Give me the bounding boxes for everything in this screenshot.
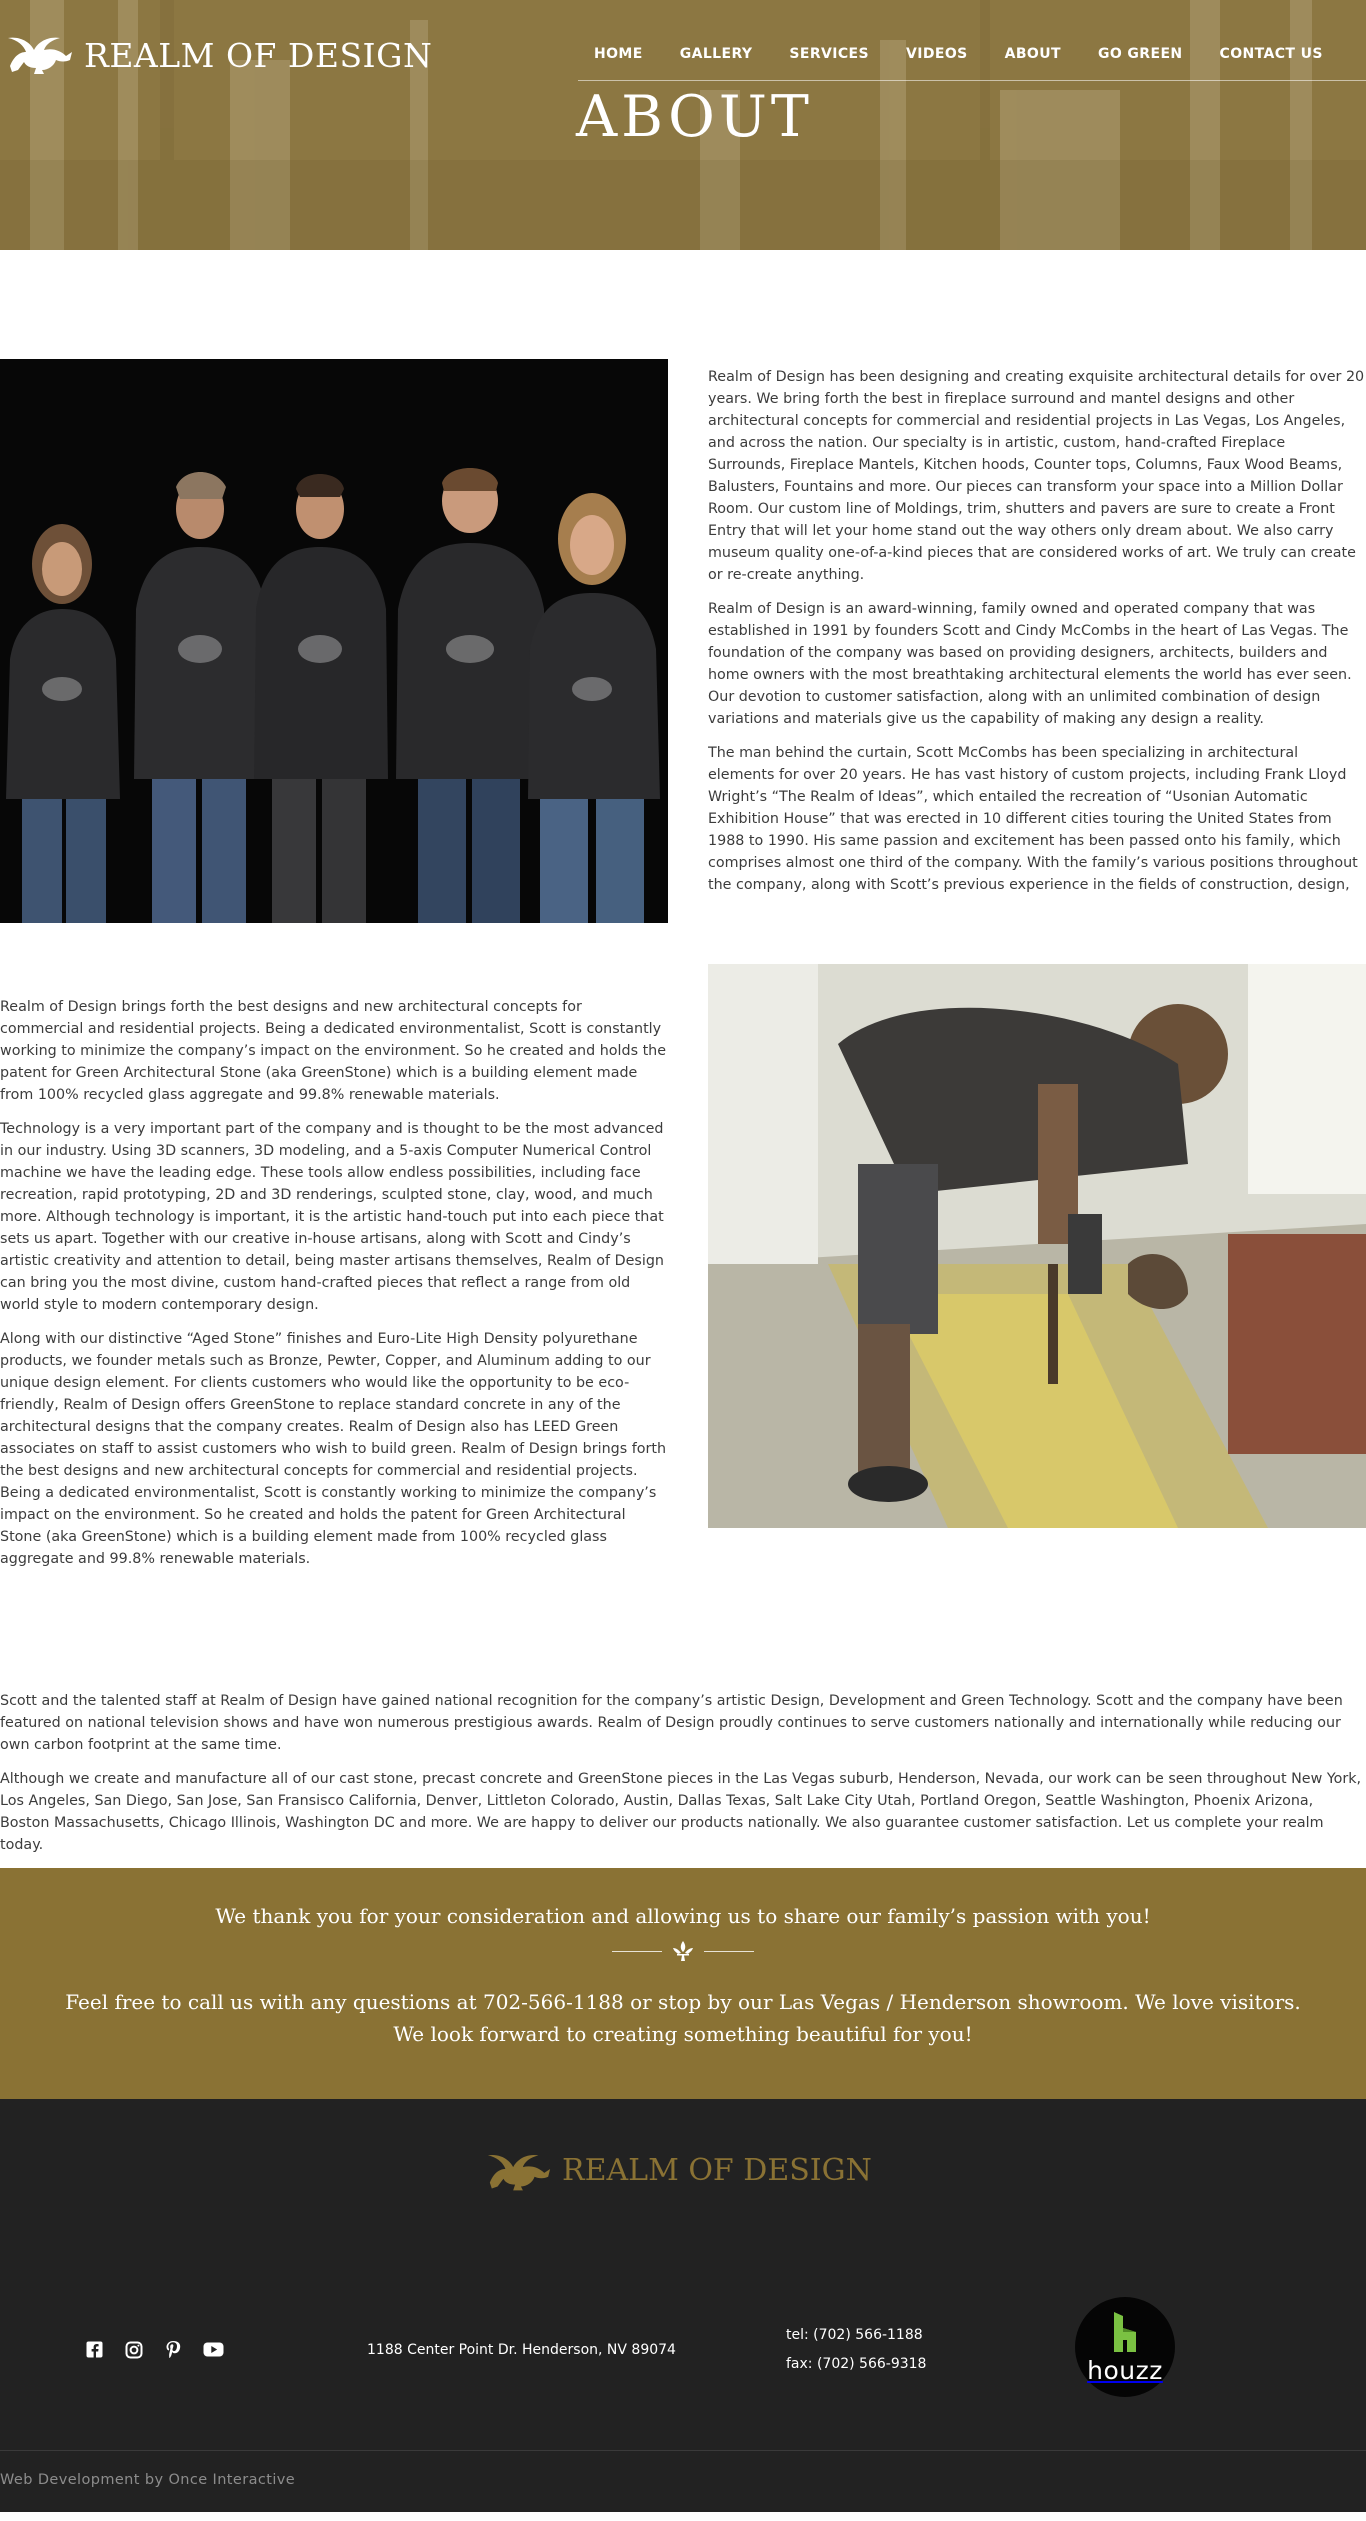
- houzz-label: houzz: [1087, 2355, 1163, 2385]
- nav-about[interactable]: ABOUT: [1005, 40, 1061, 62]
- griffin-logo-icon: [487, 2155, 551, 2191]
- nav-home[interactable]: HOME: [594, 40, 643, 62]
- ornamental-divider: [0, 1940, 1366, 1962]
- nav-services[interactable]: SERVICES: [789, 40, 869, 62]
- technology-section: Realm of Design brings forth the best de…: [0, 964, 1366, 1690]
- social-links: [86, 2340, 246, 2359]
- recognition-section: Scott and the talented staff at Realm of…: [0, 1690, 1366, 1856]
- hero-header: REALM OF DESIGN HOME GALLERY SERVICES VI…: [0, 0, 1366, 250]
- technology-paragraph-2: Technology is a very important part of t…: [0, 1121, 664, 1313]
- divider-line-left: [612, 1950, 662, 1952]
- site-logo[interactable]: REALM OF DESIGN: [4, 30, 432, 76]
- developer-credit[interactable]: Web Development by Once Interactive: [0, 2451, 1366, 2488]
- site-footer: REALM OF DESIGN 1188 Center Point Dr. He…: [0, 2099, 1366, 2450]
- showroom-address: 1188 Center Point Dr. Henderson, NV 8907…: [367, 2342, 676, 2358]
- youtube-icon[interactable]: [203, 2342, 224, 2357]
- telephone-number[interactable]: tel: (702) 566-1188: [786, 2321, 926, 2350]
- technology-paragraph-3: Along with our distinctive “Aged Stone” …: [0, 1331, 667, 1567]
- intro-text: Realm of Design has been designing and c…: [708, 366, 1366, 896]
- nav-go-green[interactable]: GO GREEN: [1098, 40, 1183, 62]
- intro-paragraph-3: The man behind the curtain, Scott McComb…: [708, 745, 1358, 893]
- team-photo: [0, 359, 668, 923]
- facebook-icon[interactable]: [86, 2341, 103, 2358]
- call-to-action-band: We thank you for your consideration and …: [0, 1868, 1366, 2099]
- footer-logo-text: REALM OF DESIGN: [562, 2152, 872, 2188]
- craftsman-photo: [708, 964, 1366, 1528]
- logo-text: REALM OF DESIGN: [84, 35, 433, 75]
- houzz-logo-icon: [1114, 2311, 1136, 2352]
- nav-contact-us[interactable]: CONTACT US: [1220, 40, 1323, 62]
- houzz-badge[interactable]: houzz: [1075, 2297, 1175, 2397]
- contact-numbers: tel: (702) 566-1188 fax: (702) 566-9318: [786, 2321, 926, 2379]
- bottom-bar: Web Development by Once Interactive: [0, 2450, 1366, 2512]
- thanks-message: We thank you for your consideration and …: [215, 1904, 1151, 1928]
- griffin-logo-icon: [8, 37, 72, 74]
- page-title: ABOUT: [576, 84, 813, 150]
- contact-invitation: Feel free to call us with any questions …: [65, 1990, 1301, 2046]
- fleur-de-lis-icon: [673, 1941, 693, 1961]
- footer-logo[interactable]: REALM OF DESIGN: [484, 2147, 872, 2193]
- main-nav: HOME GALLERY SERVICES VIDEOS ABOUT GO GR…: [578, 40, 1366, 81]
- recognition-paragraph-1: Scott and the talented staff at Realm of…: [0, 1693, 1343, 1753]
- intro-paragraph-1: Realm of Design has been designing and c…: [708, 369, 1365, 583]
- pinterest-icon[interactable]: [165, 2340, 181, 2359]
- nav-gallery[interactable]: GALLERY: [680, 40, 753, 62]
- fax-number: fax: (702) 566-9318: [786, 2356, 927, 2372]
- divider-line-right: [704, 1950, 754, 1952]
- intro-paragraph-2: Realm of Design is an award-winning, fam…: [708, 601, 1352, 727]
- instagram-icon[interactable]: [125, 2341, 143, 2359]
- recognition-paragraph-2: Although we create and manufacture all o…: [0, 1771, 1362, 1853]
- technology-paragraph-1: Realm of Design brings forth the best de…: [0, 999, 667, 1103]
- technology-text: Realm of Design brings forth the best de…: [0, 996, 668, 1606]
- about-intro-section: Realm of Design has been designing and c…: [0, 250, 1366, 1010]
- nav-videos[interactable]: VIDEOS: [906, 40, 968, 62]
